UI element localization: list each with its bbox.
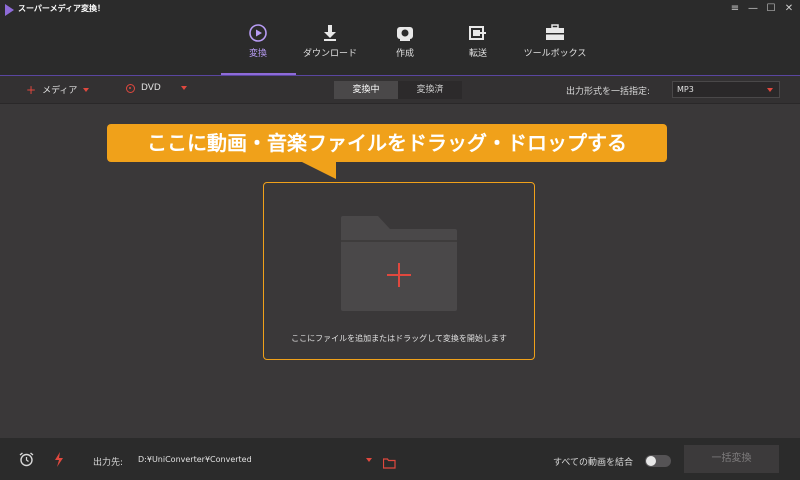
disc-icon	[126, 83, 135, 93]
minimize-icon[interactable]: —	[748, 2, 758, 16]
close-icon[interactable]: ✕	[784, 2, 794, 16]
merge-videos-label: すべての動画を結合	[553, 458, 634, 468]
tab-toolbox-label: ツールボックス	[523, 49, 587, 59]
add-dvd-button[interactable]: DVD	[126, 83, 187, 93]
maximize-icon[interactable]: ☐	[766, 2, 776, 16]
chevron-down-icon	[366, 458, 372, 462]
chevron-down-icon	[83, 87, 90, 92]
lightning-icon[interactable]	[54, 452, 64, 471]
toolbar: + メディア DVD 変換中 変換済 出力形式を一括指定: MP3	[0, 76, 800, 104]
tab-toolbox[interactable]: ツールボックス	[516, 20, 594, 75]
tab-transfer-label: 転送	[468, 49, 487, 59]
output-location-label: 出力先:	[93, 458, 124, 468]
play-circle-icon	[248, 23, 268, 43]
output-path-select[interactable]: D:¥UniConverter¥Converted	[134, 451, 378, 468]
tab-convert[interactable]: 変換	[219, 20, 297, 75]
menu-icon[interactable]: ≡	[730, 2, 740, 16]
output-format-select[interactable]: MP3	[672, 81, 780, 98]
tab-create[interactable]: 作成	[366, 20, 444, 75]
tab-download[interactable]: ダウンロード	[291, 20, 369, 75]
drag-drop-banner: ここに動画・音楽ファイルをドラッグ・ドロップする	[107, 124, 667, 162]
toggle-knob	[646, 456, 656, 466]
top-nav: 変換 ダウンロード 作成 転送 ツールボックス	[0, 20, 800, 75]
add-media-label: メディア	[42, 86, 78, 96]
open-folder-icon[interactable]	[382, 454, 396, 473]
window-controls: ≡ — ☐ ✕	[730, 2, 794, 16]
drop-zone[interactable]: ここにファイルを追加またはドラッグして変換を開始します	[263, 182, 535, 360]
main-area: ここに動画・音楽ファイルをドラッグ・ドロップする ここにファイルを追加またはドラ…	[0, 105, 800, 438]
bottom-bar: 出力先: D:¥UniConverter¥Converted すべての動画を結合…	[0, 438, 800, 480]
app-logo-icon	[5, 4, 14, 16]
transfer-icon	[469, 23, 487, 43]
toolbox-icon	[545, 23, 565, 43]
alarm-clock-icon[interactable]	[19, 452, 34, 471]
tab-convert-label: 変換	[248, 49, 267, 59]
output-format-label: 出力形式を一括指定:	[566, 87, 651, 97]
chevron-down-icon	[180, 86, 187, 90]
tab-converting[interactable]: 変換中	[334, 81, 398, 99]
output-format-value: MP3	[677, 85, 694, 94]
tab-download-label: ダウンロード	[302, 49, 357, 59]
download-icon	[322, 23, 338, 43]
drop-hint-text: ここにファイルを追加またはドラッグして変換を開始します	[291, 334, 507, 343]
chevron-down-icon	[767, 88, 773, 92]
tab-transfer[interactable]: 転送	[439, 20, 517, 75]
plus-icon: +	[26, 82, 37, 97]
merge-videos-toggle[interactable]	[645, 455, 671, 467]
convert-status-tabs: 変換中 変換済	[334, 81, 462, 99]
tab-converted[interactable]: 変換済	[398, 81, 462, 99]
tab-create-label: 作成	[395, 49, 414, 59]
banner-pointer	[300, 161, 336, 179]
add-media-button[interactable]: + メディア	[26, 82, 90, 97]
record-icon	[396, 23, 414, 43]
convert-all-button[interactable]: 一括変換	[684, 445, 779, 473]
output-path-value: D:¥UniConverter¥Converted	[138, 455, 252, 464]
app-title: スーパーメディア変換！	[18, 4, 106, 13]
title-bar: スーパーメディア変換！ ≡ — ☐ ✕	[0, 0, 800, 20]
add-dvd-label: DVD	[141, 83, 161, 93]
add-folder-icon	[341, 216, 457, 311]
